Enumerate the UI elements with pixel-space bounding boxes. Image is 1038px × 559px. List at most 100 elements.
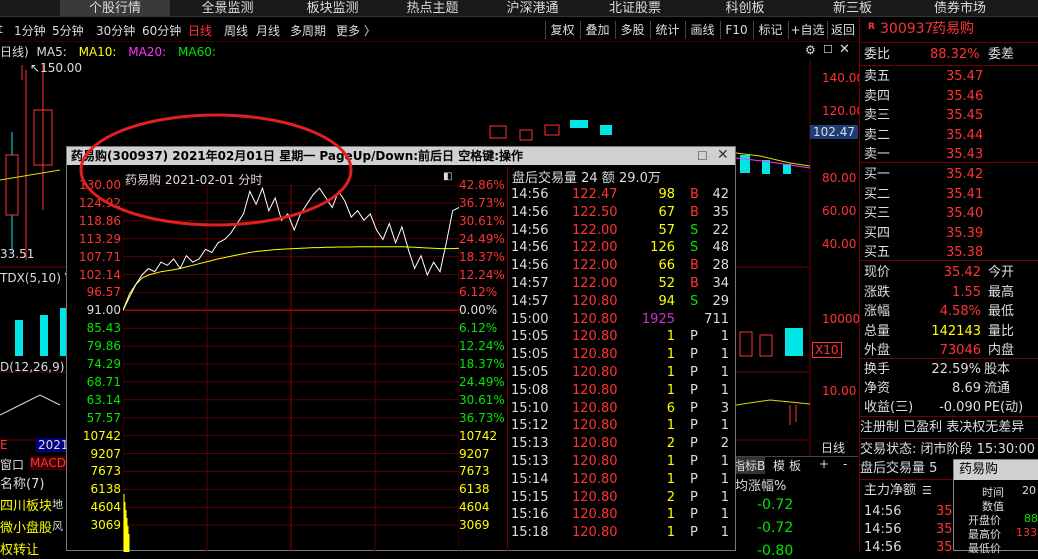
left-axis-label: 9207	[90, 446, 121, 461]
period-30min[interactable]: 30分钟	[96, 22, 135, 39]
list-item[interactable]: 微小盘股	[0, 517, 52, 536]
list-header: 名称(7)	[0, 477, 45, 492]
period-weekly[interactable]: 周线	[224, 22, 248, 39]
period-daily[interactable]: 日线	[188, 22, 212, 39]
price: 35.47	[946, 69, 984, 84]
sell-level-row: 卖二 35.44	[864, 127, 984, 143]
list-item[interactable]: 权转让	[0, 539, 39, 558]
right-axis-label: 30.61%	[459, 213, 505, 228]
tab-stock-quote[interactable]: 个股行情	[60, 0, 170, 16]
left-list-panel: 窗口 MACD 名称(7) 四川板块 地 微小盘股 风 权转让	[0, 456, 66, 558]
return-button[interactable]: 返回	[827, 21, 858, 39]
tab-hk-connect[interactable]: 沪深港通	[485, 0, 580, 16]
overlay-button[interactable]: 叠加	[580, 21, 614, 39]
list-tab-window[interactable]: 窗口	[0, 456, 24, 473]
trade-row: 14:56 122.50 67 B 35	[511, 204, 729, 220]
intraday-chart[interactable]	[123, 185, 459, 552]
trade-row: 15:10 120.80 6 P 3	[511, 400, 729, 416]
add-watchlist-button[interactable]: +自选	[788, 21, 826, 39]
tab-ban[interactable]: 板	[789, 457, 801, 474]
list-item[interactable]: 四川板块	[0, 495, 52, 514]
tab-sector-monitor[interactable]: 板块监测	[285, 0, 380, 16]
kline-axis-10: 10.00	[822, 384, 857, 398]
tab-hot-topics[interactable]: 热点主题	[385, 0, 480, 16]
right-axis-label: 6.12%	[459, 321, 498, 336]
small-info-popup: 药易购 时间 数值 开盘价 最高价 最低价 20 88 133	[953, 459, 1038, 555]
trade-status: 交易状态: 闭市阶段 15:30:00	[860, 442, 1036, 457]
period-bar: t 1分钟 5分钟 30分钟 60分钟 日线 周线 月线 多周期 更多 〉 复权…	[0, 18, 858, 42]
trade-row: 15:00 120.80 1925 711	[511, 311, 729, 327]
sell-level-row: 卖三 35.45	[864, 108, 984, 123]
back-icon[interactable]: t	[0, 22, 3, 36]
ma10-label: MA10:	[78, 45, 117, 59]
remove-tab-button[interactable]: -	[843, 457, 847, 471]
ma-legend: 日线) MA5: MA10: MA20: MA60:	[0, 45, 216, 59]
trade-header: 盘后交易量 24 额 29.0万	[512, 171, 661, 186]
tab-indicator-b[interactable]: 指标B	[733, 457, 766, 474]
right-axis-label: 18.37%	[459, 249, 505, 264]
ma5-label: MA5:	[36, 45, 67, 59]
quote-row: 涨跌 1.55 最高	[864, 284, 1015, 300]
right-axis-label: 10742	[459, 428, 498, 443]
sell-level-row: 卖五 35.47	[864, 69, 984, 84]
avg-change-value: -0.72	[757, 520, 794, 536]
avg-change-header: 均涨幅%	[735, 479, 787, 494]
trade-list[interactable]: 盘后交易量 24 额 29.0万 14:56 122.47 98 B 42 14:56 12…	[507, 167, 737, 551]
tab-star-market[interactable]: 科创板	[690, 0, 800, 16]
price: 35.39	[946, 225, 984, 241]
price: 35.44	[946, 127, 984, 143]
tab-bond[interactable]: 债券市场	[905, 0, 1015, 16]
close-icon[interactable]: ✕	[839, 42, 850, 57]
bottom-list-panel: 指标B 模 板 + - 均涨幅% -0.72 -0.72 -0.80	[733, 456, 858, 559]
list-tab-macd[interactable]: MACD	[30, 456, 66, 470]
trade-row: 15:15 120.80 2 P 1	[511, 489, 729, 505]
stock-name: 药易购	[932, 21, 974, 37]
maximize-icon[interactable]: ☐	[823, 43, 833, 56]
right-axis-label: 4604	[459, 500, 490, 515]
daily-button[interactable]: 日线	[821, 439, 845, 456]
popup-maximize-icon[interactable]: ☐	[697, 149, 708, 163]
ma60-label: MA60:	[178, 45, 216, 59]
left-axis-label: 96.57	[86, 285, 121, 300]
tab-panorama[interactable]: 全景监测	[175, 0, 280, 16]
list-item-tag: 地	[52, 498, 63, 511]
period-multi[interactable]: 多周期	[290, 22, 326, 39]
trade-row: 15:18 120.80 1 P 1	[511, 525, 729, 541]
right-axis-label: 12.24%	[459, 339, 505, 354]
left-axis-label: 102.14	[79, 267, 121, 282]
period-5min[interactable]: 5分钟	[52, 22, 84, 39]
period-60min[interactable]: 60分钟	[142, 22, 181, 39]
trade-row: 15:13 120.80 1 P 1	[511, 454, 729, 469]
trade-row: 14:57 120.80 94 S 29	[511, 293, 729, 309]
trade-row: 15:05 120.80 1 P 1	[511, 365, 729, 380]
price: 35.41	[946, 186, 984, 202]
tab-neeq[interactable]: 新三板	[805, 0, 900, 16]
stats-button[interactable]: 统计	[650, 21, 684, 39]
trade-row: 15:05 120.80 1 P 1	[511, 347, 729, 363]
kline-axis-vol: 10000	[822, 312, 861, 326]
kline-axis-60: 60.00	[822, 204, 857, 218]
price: 35.40	[946, 206, 984, 221]
right-axis-label: 18.37%	[459, 357, 505, 371]
tab-bse[interactable]: 北证股票	[585, 0, 685, 16]
kline-axis-120: 120.00	[822, 104, 864, 118]
adjust-button[interactable]: 复权	[545, 21, 579, 39]
chart-settings-icon[interactable]: ◧	[443, 171, 452, 182]
f10-button[interactable]: F10	[720, 21, 752, 39]
right-axis-label: 3069	[459, 518, 490, 533]
settings-icon[interactable]: ⚙	[805, 43, 816, 57]
top-tab-bar: 个股行情 全景监测 板块监测 热点主题 沪深港通 北证股票 科创板 新三板 债券…	[0, 0, 1038, 17]
popup-close-icon[interactable]: ✕	[717, 147, 729, 163]
draw-button[interactable]: 画线	[685, 21, 719, 39]
period-more[interactable]: 更多 〉	[336, 22, 376, 39]
stats-row: 收益(三) -0.090 PE(动)	[864, 400, 1024, 415]
mark-button[interactable]: 标记	[753, 21, 787, 39]
trade-row: 14:56 122.47 98 B 42	[511, 187, 729, 202]
period-monthly[interactable]: 月线	[256, 22, 280, 39]
buy-level-row: 买三 35.40	[864, 206, 984, 221]
buy-level-row: 买一 35.42	[864, 167, 984, 182]
tab-mo[interactable]: 模	[773, 457, 785, 474]
multi-stock-button[interactable]: 多股	[615, 21, 649, 39]
add-tab-button[interactable]: +	[819, 457, 829, 471]
period-1min[interactable]: 1分钟	[14, 22, 46, 39]
